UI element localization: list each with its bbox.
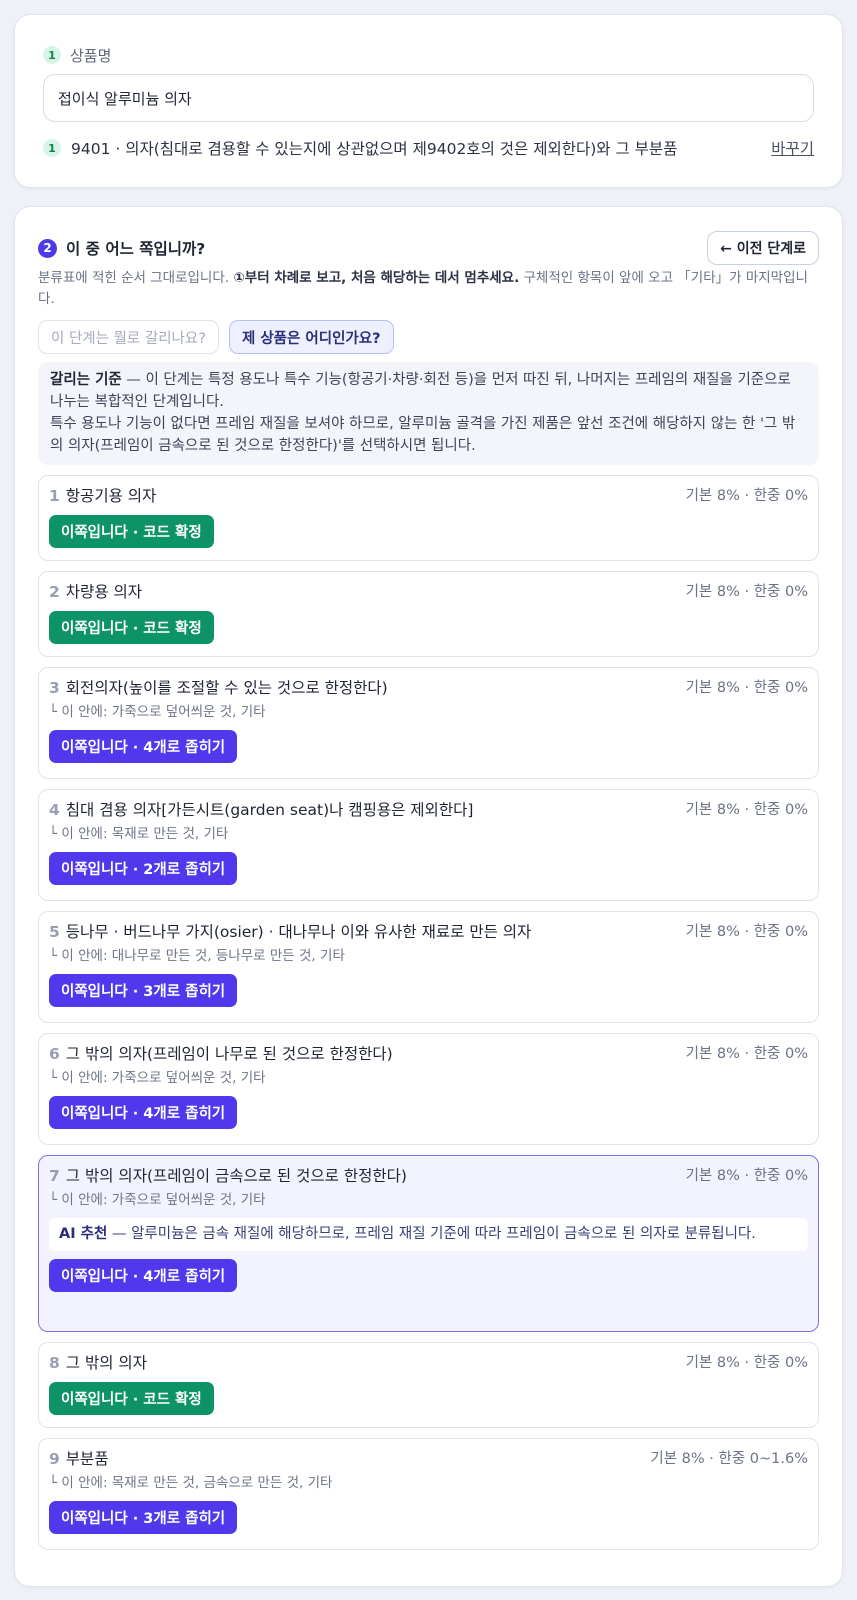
option-number: 9: [49, 1450, 60, 1468]
narrow-down-button[interactable]: 이쪽입니다 · 4개로 좁히기: [49, 730, 238, 763]
criteria-text-1: — 이 단계는 특정 용도나 특수 기능(항공기·차량·회전 등)을 먼저 따진…: [50, 372, 791, 410]
option-subitems: └ 이 안에: 가죽으로 덮어씌운 것, 기타: [49, 704, 266, 720]
heading-separator: ·: [110, 140, 126, 158]
product-name-input[interactable]: [43, 74, 814, 122]
change-heading-link[interactable]: 바꾸기: [771, 137, 814, 159]
option-title-text: 차량용 의자: [65, 583, 143, 601]
option-item: 9 부분품 기본 8% · 한중 0~1.6% └ 이 안에: 목재로 만든 것, …: [38, 1438, 819, 1550]
option-title-text: 회전의자(높이를 조절할 수 있는 것으로 한정한다): [65, 679, 388, 697]
criteria-box: 갈리는 기준 — 이 단계는 특정 용도나 특수 기능(항공기·차량·회전 등)…: [38, 362, 819, 465]
question-header: 2 이 중 어느 쪽입니까? ← 이전 단계로: [38, 231, 819, 265]
selected-heading: 9401 · 의자(침대로 겸용할 수 있는지에 상관없으며 제9402호의 것…: [71, 137, 759, 159]
option-rate: 기본 8% · 한중 0%: [685, 1168, 808, 1184]
option-item: 4 침대 겸용 의자[가든시트(garden seat)나 캠핑용은 제외한다] 기…: [38, 789, 819, 901]
option-title: 9 부분품: [49, 1448, 109, 1470]
option-number: 6: [49, 1045, 60, 1063]
option-rate: 기본 8% · 한중 0%: [685, 1046, 808, 1062]
option-number: 5: [49, 923, 60, 941]
criteria-label: 갈리는 기준: [50, 372, 122, 388]
step-1-badge: 1: [43, 46, 61, 64]
heading-description: 의자(침대로 겸용할 수 있는지에 상관없으며 제9402호의 것은 제외한다)…: [125, 140, 678, 158]
ai-recommendation: AI 추천 — 알루미늄은 금속 재질에 해당하므로, 프레임 재질 기준에 따…: [49, 1218, 808, 1251]
option-title: 4 침대 겸용 의자[가든시트(garden seat)나 캠핑용은 제외한다]: [49, 799, 473, 821]
narrow-down-button[interactable]: 이쪽입니다 · 3개로 좁히기: [49, 1501, 238, 1534]
option-item-recommended: 7 그 밖의 의자(프레임이 금속으로 된 것으로 한정한다) 기본 8% · 한중…: [38, 1155, 819, 1332]
why-step-pill[interactable]: 이 단계는 뭘로 갈리나요?: [38, 320, 219, 354]
option-title: 2 차량용 의자: [49, 581, 142, 603]
product-card: 1 상품명 1 9401 · 의자(침대로 겸용할 수 있는지에 상관없으며 제…: [14, 14, 843, 188]
option-item: 8 그 밖의 의자 기본 8% · 한중 0% 이쪽입니다 · 코드 확정: [38, 1342, 819, 1428]
option-item: 1 항공기용 의자 기본 8% · 한중 0% 이쪽입니다 · 코드 확정: [38, 475, 819, 561]
desc-bold: ①부터 차례로 보고, 처음 해당하는 데서 멈추세요.: [233, 270, 520, 286]
option-item: 5 등나무 · 버드나무 가지(osier) · 대나무나 이와 유사한 재료로 …: [38, 911, 819, 1023]
option-title-text: 부분품: [65, 1450, 109, 1468]
confirm-code-button[interactable]: 이쪽입니다 · 코드 확정: [49, 515, 214, 548]
option-title: 3 회전의자(높이를 조절할 수 있는 것으로 한정한다): [49, 677, 388, 699]
options-list: 1 항공기용 의자 기본 8% · 한중 0% 이쪽입니다 · 코드 확정 2 차량용…: [38, 475, 819, 1550]
question-description: 분류표에 적힌 순서 그대로입니다. ①부터 차례로 보고, 처음 해당하는 데…: [38, 268, 819, 310]
confirm-code-button[interactable]: 이쪽입니다 · 코드 확정: [49, 611, 214, 644]
option-title: 7 그 밖의 의자(프레임이 금속으로 된 것으로 한정한다): [49, 1165, 407, 1187]
option-title: 6 그 밖의 의자(프레임이 나무로 된 것으로 한정한다): [49, 1043, 393, 1065]
ai-label: AI 추천: [59, 1226, 108, 1242]
option-title-text: 그 밖의 의자: [65, 1354, 147, 1372]
option-subitems: └ 이 안에: 가죽으로 덮어씌운 것, 기타: [49, 1070, 266, 1086]
option-number: 7: [49, 1167, 60, 1185]
option-rate: 기본 8% · 한중 0%: [685, 680, 808, 696]
option-subitems: └ 이 안에: 대나무로 만든 것, 등나무로 만든 것, 기타: [49, 948, 345, 964]
help-pills: 이 단계는 뭘로 갈리나요? 제 상품은 어디인가요?: [38, 320, 819, 354]
option-number: 2: [49, 583, 60, 601]
option-number: 1: [49, 487, 60, 505]
selected-heading-row: 1 9401 · 의자(침대로 겸용할 수 있는지에 상관없으며 제9402호의…: [43, 135, 814, 161]
option-title-text: 침대 겸용 의자[가든시트(garden seat)나 캠핑용은 제외한다]: [65, 801, 474, 819]
step-2-badge: 2: [38, 238, 57, 258]
option-subitems: └ 이 안에: 목재로 만든 것, 금속으로 만든 것, 기타: [49, 1475, 333, 1491]
option-title: 8 그 밖의 의자: [49, 1352, 147, 1374]
question-title-group: 2 이 중 어느 쪽입니까?: [38, 237, 205, 259]
narrow-down-button[interactable]: 이쪽입니다 · 4개로 좁히기: [49, 1096, 238, 1129]
desc-pre: 분류표에 적힌 순서 그대로입니다.: [38, 270, 234, 286]
option-subitems: └ 이 안에: 목재로 만든 것, 기타: [49, 826, 229, 842]
option-item: 6 그 밖의 의자(프레임이 나무로 된 것으로 한정한다) 기본 8% · 한중 …: [38, 1033, 819, 1145]
criteria-paragraph-2: 특수 용도나 기능이 없다면 프레임 재질을 보셔야 하므로, 알루미늄 골격을…: [50, 416, 796, 454]
heading-code: 9401: [71, 140, 111, 158]
option-rate: 기본 8% · 한중 0%: [685, 584, 808, 600]
option-number: 3: [49, 679, 60, 697]
option-number: 4: [49, 801, 60, 819]
question-title: 이 중 어느 쪽입니까?: [66, 240, 206, 258]
product-name-label: 상품명: [70, 46, 112, 65]
option-rate: 기본 8% · 한중 0~1.6%: [650, 1451, 808, 1467]
option-item: 2 차량용 의자 기본 8% · 한중 0% 이쪽입니다 · 코드 확정: [38, 571, 819, 657]
option-rate: 기본 8% · 한중 0%: [685, 802, 808, 818]
ai-text: — 알루미늄은 금속 재질에 해당하므로, 프레임 재질 기준에 따라 프레임이…: [107, 1226, 756, 1242]
previous-step-button[interactable]: ← 이전 단계로: [707, 231, 819, 265]
narrow-down-button[interactable]: 이쪽입니다 · 4개로 좁히기: [49, 1259, 238, 1292]
option-subitems: └ 이 안에: 가죽으로 덮어씌운 것, 기타: [49, 1192, 266, 1208]
option-title: 1 항공기용 의자: [49, 485, 156, 507]
option-rate: 기본 8% · 한중 0%: [685, 924, 808, 940]
option-number: 8: [49, 1354, 60, 1372]
option-rate: 기본 8% · 한중 0%: [685, 488, 808, 504]
option-item: 3 회전의자(높이를 조절할 수 있는 것으로 한정한다) 기본 8% · 한중 0…: [38, 667, 819, 779]
criteria-paragraph-1: 갈리는 기준 — 이 단계는 특정 용도나 특수 기능(항공기·차량·회전 등)…: [50, 369, 807, 413]
option-title-text: 등나무 · 버드나무 가지(osier) · 대나무나 이와 유사한 재료로 만…: [65, 923, 532, 941]
option-title-text: 항공기용 의자: [65, 487, 157, 505]
option-title-text: 그 밖의 의자(프레임이 나무로 된 것으로 한정한다): [65, 1045, 393, 1063]
question-card: 2 이 중 어느 쪽입니까? ← 이전 단계로 분류표에 적힌 순서 그대로입니…: [14, 206, 843, 1587]
narrow-down-button[interactable]: 이쪽입니다 · 2개로 좁히기: [49, 852, 238, 885]
option-title: 5 등나무 · 버드나무 가지(osier) · 대나무나 이와 유사한 재료로 …: [49, 921, 531, 943]
heading-step-badge: 1: [43, 139, 61, 157]
option-title-text: 그 밖의 의자(프레임이 금속으로 된 것으로 한정한다): [65, 1167, 407, 1185]
confirm-code-button[interactable]: 이쪽입니다 · 코드 확정: [49, 1382, 214, 1415]
narrow-down-button[interactable]: 이쪽입니다 · 3개로 좁히기: [49, 974, 238, 1007]
option-rate: 기본 8% · 한중 0%: [685, 1355, 808, 1371]
product-label-row: 1 상품명: [43, 45, 814, 65]
where-is-mine-pill[interactable]: 제 상품은 어디인가요?: [228, 320, 394, 354]
